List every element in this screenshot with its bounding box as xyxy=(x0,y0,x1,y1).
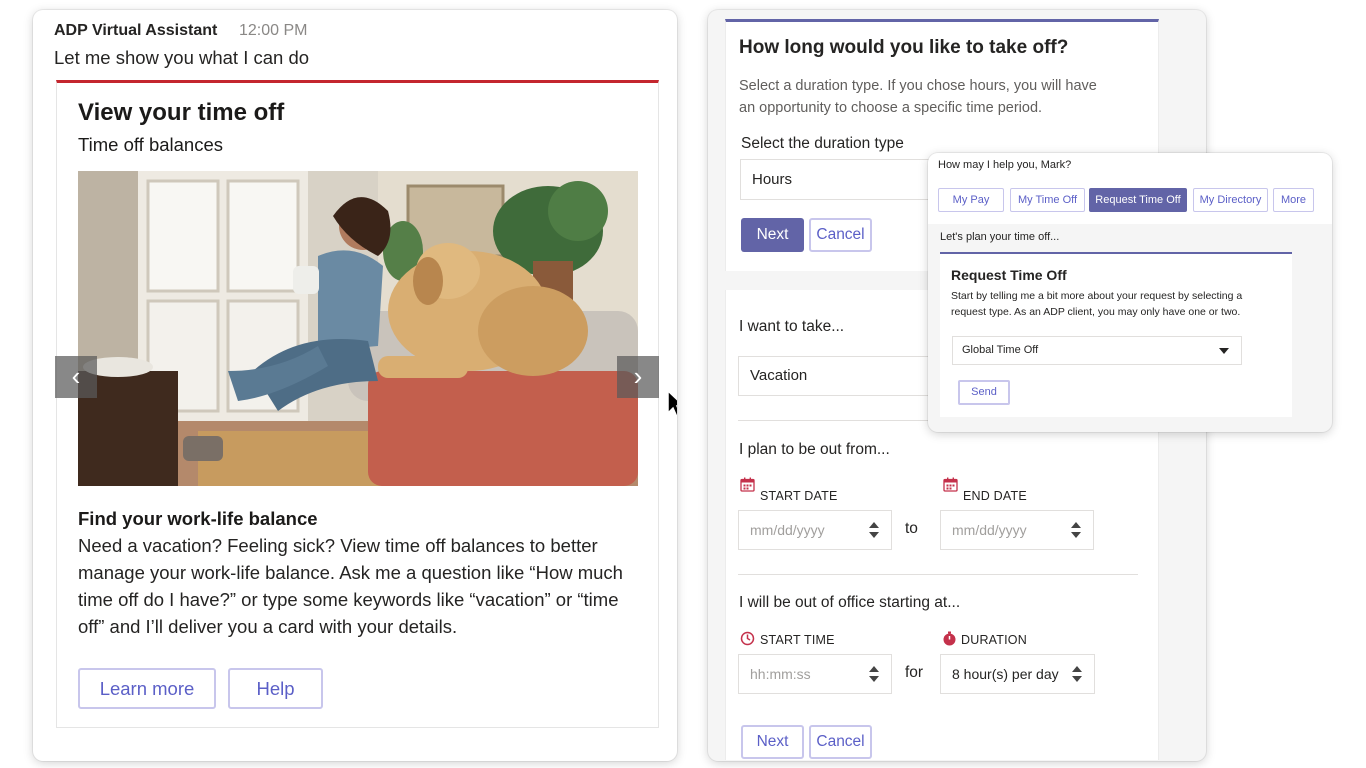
duration-next-button[interactable]: Next xyxy=(741,218,804,252)
woman-with-dog-illustration xyxy=(78,171,638,486)
message-time: 12:00 PM xyxy=(239,22,308,39)
spinner-arrows-icon[interactable] xyxy=(1071,521,1081,539)
end-date-label: END DATE xyxy=(963,489,1027,503)
request-card-title: Request Time Off xyxy=(951,267,1067,283)
request-type-select[interactable]: Global Time Off xyxy=(952,336,1242,365)
tab-request-time-off[interactable]: Request Time Off xyxy=(1089,188,1187,212)
start-date-label: START DATE xyxy=(760,489,838,503)
spinner-arrows-icon[interactable] xyxy=(1072,665,1082,683)
start-date-placeholder: mm/dd/yyyy xyxy=(750,522,825,538)
office-start-label: I will be out of office starting at... xyxy=(739,594,961,611)
spinner-arrows-icon[interactable] xyxy=(869,521,879,539)
request-card-description: Start by telling me a bit more about you… xyxy=(951,290,1243,318)
section-divider xyxy=(738,574,1138,575)
date-range-connector: to xyxy=(905,520,918,537)
carousel-prev-button[interactable]: ‹ xyxy=(55,356,97,398)
sender-name: ADP Virtual Assistant xyxy=(54,22,218,39)
duration-value: 8 hour(s) per day xyxy=(952,666,1059,682)
duration-input[interactable]: 8 hour(s) per day xyxy=(940,654,1095,694)
message-intro: Let me show you what I can do xyxy=(54,47,310,68)
carousel-next-button[interactable]: › xyxy=(617,356,659,398)
help-button[interactable]: Help xyxy=(228,668,323,709)
out-from-label: I plan to be out from... xyxy=(739,441,890,458)
learn-more-button[interactable]: Learn more xyxy=(78,668,216,709)
tab-my-directory[interactable]: My Directory xyxy=(1193,188,1268,212)
request-time-off-card: Request Time Off Start by telling me a b… xyxy=(940,252,1292,417)
time-off-card: View your time off Time off balances ‹ ›… xyxy=(55,80,677,728)
duration-type-value: Hours xyxy=(752,171,793,188)
time-duration-connector: for xyxy=(905,664,924,681)
card-hero-image xyxy=(78,171,638,486)
send-button[interactable]: Send xyxy=(958,380,1010,405)
popup-header: How may I help you, Mark? My Pay My Time… xyxy=(928,153,1332,224)
start-time-label: START TIME xyxy=(760,633,835,647)
chevron-left-icon: ‹ xyxy=(71,361,81,391)
card-heading: Find your work-life balance xyxy=(78,508,318,529)
calendar-icon xyxy=(943,477,958,492)
caret-down-icon xyxy=(1219,348,1229,354)
chevron-right-icon: › xyxy=(633,361,643,391)
spinner-arrows-icon[interactable] xyxy=(869,665,879,683)
take-label: I want to take... xyxy=(739,318,845,335)
end-date-input[interactable]: mm/dd/yyyy xyxy=(940,510,1094,550)
duration-description: Select a duration type. If you chose hou… xyxy=(739,78,1097,116)
tab-more[interactable]: More xyxy=(1273,188,1314,212)
start-time-placeholder: hh:mm:ss xyxy=(750,666,811,682)
duration-type-label: Select the duration type xyxy=(741,135,904,152)
card-title: View your time off xyxy=(78,99,285,126)
details-next-button[interactable]: Next xyxy=(741,725,804,759)
details-cancel-button[interactable]: Cancel xyxy=(809,725,872,759)
popup-subtitle: Let's plan your time off... xyxy=(940,231,1060,243)
calendar-icon xyxy=(740,477,755,492)
card-subtitle: Time off balances xyxy=(78,134,223,155)
mouse-cursor-icon xyxy=(667,389,677,419)
stopwatch-icon xyxy=(943,631,956,646)
duration-cancel-button[interactable]: Cancel xyxy=(809,218,872,252)
duration-label: DURATION xyxy=(961,633,1027,647)
tab-my-time-off[interactable]: My Time Off xyxy=(1010,188,1085,212)
duration-question-title: How long would you like to take off? xyxy=(739,37,1069,58)
assistant-popup: How may I help you, Mark? My Pay My Time… xyxy=(928,153,1332,432)
popup-prompt: How may I help you, Mark? xyxy=(938,159,1072,171)
start-date-input[interactable]: mm/dd/yyyy xyxy=(738,510,892,550)
card-body-text: Need a vacation? Feeling sick? View time… xyxy=(78,535,623,637)
end-date-placeholder: mm/dd/yyyy xyxy=(952,522,1027,538)
time-off-type-value: Vacation xyxy=(750,367,808,384)
chat-message-panel: ADP Virtual Assistant 12:00 PM Let me sh… xyxy=(33,10,677,761)
clock-icon xyxy=(740,631,755,646)
request-type-value: Global Time Off xyxy=(962,344,1039,356)
tab-my-pay[interactable]: My Pay xyxy=(938,188,1004,212)
start-time-input[interactable]: hh:mm:ss xyxy=(738,654,892,694)
